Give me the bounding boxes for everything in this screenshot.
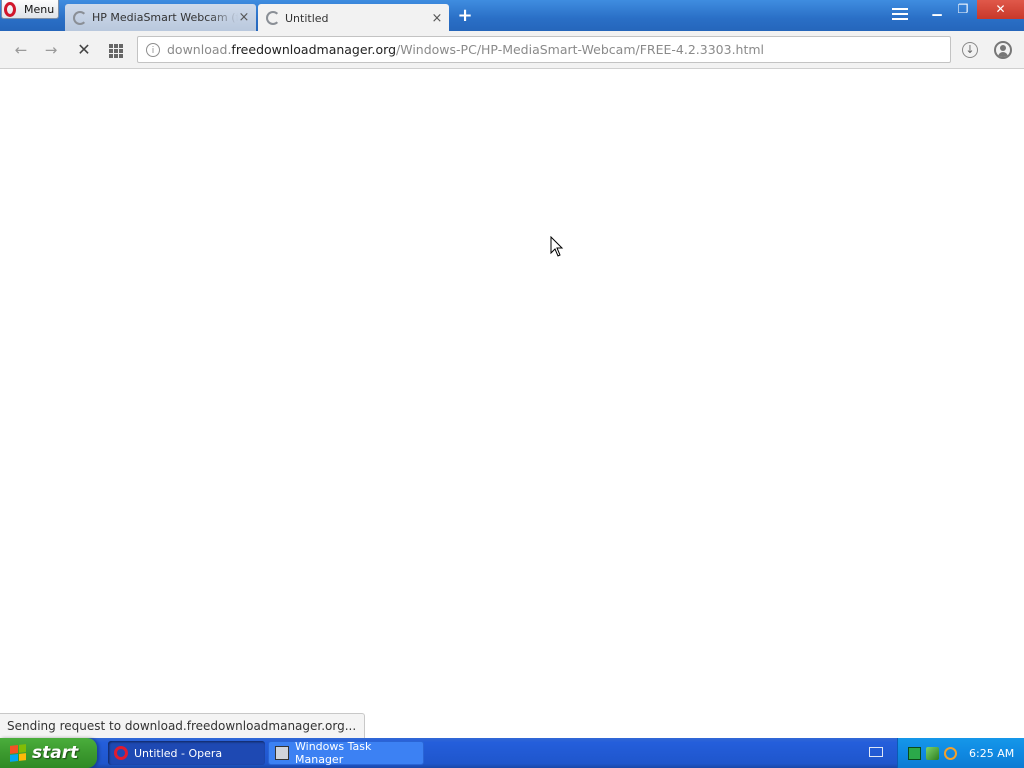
tab-title: Untitled xyxy=(285,11,329,25)
security-shield-icon[interactable] xyxy=(926,746,939,760)
tab-hp-mediasmart[interactable]: HP MediaSmart Webcam (fre × xyxy=(65,4,256,31)
mouse-cursor-icon xyxy=(550,236,564,257)
windows-flag-icon xyxy=(10,744,26,762)
speed-dial-button[interactable] xyxy=(106,40,126,60)
tab-close-icon[interactable]: × xyxy=(238,10,250,25)
new-tab-button[interactable]: + xyxy=(455,6,475,26)
tab-title: HP MediaSmart Webcam (fre xyxy=(92,11,238,24)
restore-button[interactable]: ❐ xyxy=(950,0,976,19)
url-text[interactable]: download.freedownloadmanager.org/Windows… xyxy=(167,42,764,57)
browser-toolbar: ← → ✕ i download.freedownloadmanager.org… xyxy=(0,31,1024,69)
opera-menu-button[interactable]: Menu xyxy=(1,0,59,19)
loading-spinner-icon xyxy=(73,10,87,25)
menu-label: Menu xyxy=(24,2,55,16)
tab-menu-icon[interactable] xyxy=(892,8,908,22)
tab-untitled[interactable]: Untitled × xyxy=(258,4,449,32)
close-window-button[interactable]: ✕ xyxy=(977,0,1024,19)
taskbar-item-label: Untitled - Opera xyxy=(134,746,223,760)
site-info-icon[interactable]: i xyxy=(146,42,160,57)
start-button[interactable]: start xyxy=(0,738,97,768)
opera-icon xyxy=(114,746,128,760)
keyboard-icon[interactable] xyxy=(869,747,883,757)
forward-button[interactable]: → xyxy=(41,40,61,60)
network-icon[interactable] xyxy=(908,746,921,760)
downloads-icon[interactable]: ↓ xyxy=(962,42,978,58)
minimize-button[interactable]: ▁ xyxy=(924,0,950,19)
back-button[interactable]: ← xyxy=(11,40,31,60)
taskbar-item-task-manager[interactable]: Windows Task Manager xyxy=(268,740,424,766)
stop-loading-button[interactable]: ✕ xyxy=(74,40,94,60)
start-label: start xyxy=(32,743,79,763)
opera-logo-icon xyxy=(4,1,16,17)
search-icon[interactable] xyxy=(944,746,957,760)
loading-spinner-icon xyxy=(266,11,280,25)
account-icon[interactable] xyxy=(994,41,1012,59)
status-bar: Sending request to download.freedownload… xyxy=(0,713,366,738)
tab-close-icon[interactable]: × xyxy=(431,11,443,26)
browser-titlebar: Menu HP MediaSmart Webcam (fre × Untitle… xyxy=(0,0,1024,32)
system-tray: 6:25 AM xyxy=(897,738,1024,768)
address-bar[interactable]: i download.freedownloadmanager.org/Windo… xyxy=(137,36,951,63)
taskbar-item-label: Windows Task Manager xyxy=(295,740,372,766)
clock[interactable]: 6:25 AM xyxy=(969,747,1014,760)
speed-dial-icon xyxy=(109,44,126,58)
page-content xyxy=(0,69,1024,738)
task-manager-icon xyxy=(275,746,289,760)
taskbar-item-opera[interactable]: Untitled - Opera xyxy=(108,741,265,765)
